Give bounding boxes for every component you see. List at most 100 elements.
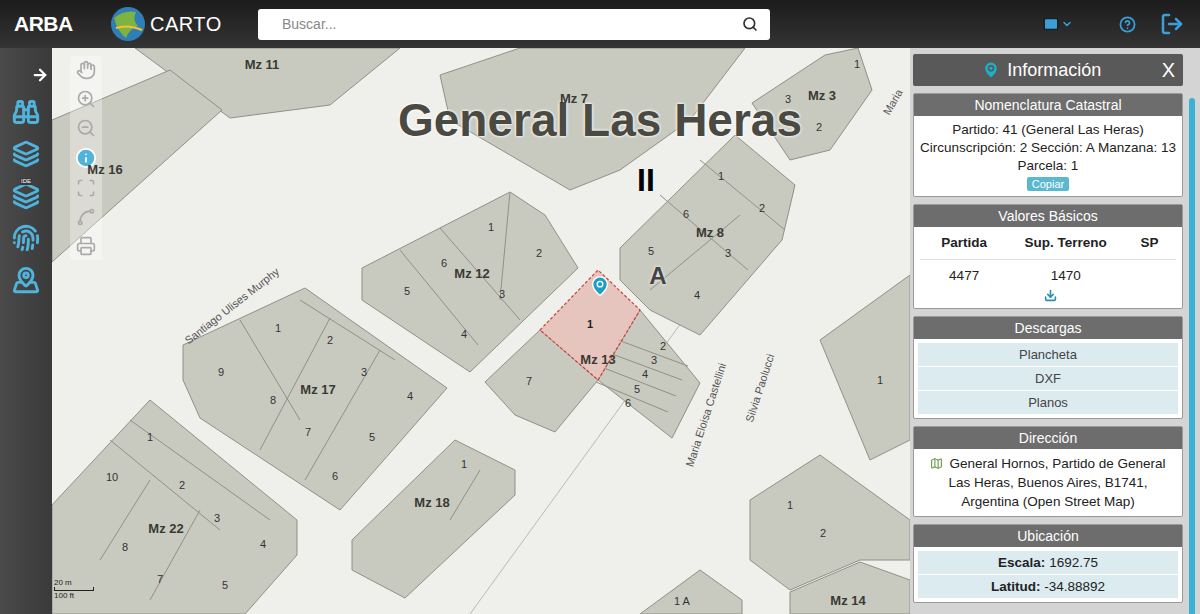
zoom-out-icon[interactable] <box>76 118 96 138</box>
close-button[interactable]: X <box>1162 60 1175 80</box>
parcel-label[interactable]: 3 <box>361 364 367 381</box>
pin-icon <box>981 60 1001 80</box>
measure-icon[interactable] <box>76 207 96 227</box>
arba-logo[interactable]: ARBA <box>14 8 110 40</box>
parcel-label[interactable]: 3 <box>214 510 220 527</box>
parcel-label[interactable]: 4 <box>260 536 266 553</box>
block-label: Mz 12 <box>454 264 489 284</box>
parcel-label[interactable]: 1 <box>787 497 793 514</box>
parcel-label[interactable]: 1 <box>718 168 724 185</box>
parcel-label[interactable]: 5 <box>404 283 410 300</box>
parcel-label[interactable]: 1 <box>275 320 281 337</box>
block-label: Mz 8 <box>696 223 724 243</box>
download-link[interactable]: DXF <box>918 367 1178 390</box>
logout-icon[interactable] <box>1160 12 1184 36</box>
nomenclatura-line: Parcela: 1 <box>1018 157 1079 175</box>
block-label: Mz 18 <box>414 493 449 513</box>
location-pin-icon[interactable] <box>589 275 611 297</box>
ubicacion-section: UbicaciónEscala: 1692.75Latitud: -34.888… <box>913 524 1183 603</box>
circumscription-label: II <box>637 156 655 204</box>
parcel-label[interactable]: 4 <box>407 388 413 405</box>
district-label: General Las Heras <box>398 86 802 155</box>
parcel-label[interactable]: 8 <box>270 392 276 409</box>
carto-logo[interactable]: CARTO <box>110 6 258 42</box>
pan-icon[interactable] <box>76 60 96 80</box>
globe-icon <box>110 6 146 42</box>
expand-icon[interactable] <box>31 66 49 84</box>
parcel-label[interactable]: 3 <box>651 352 657 369</box>
parcel-label[interactable]: 1 <box>461 456 467 473</box>
map[interactable]: General Las HerasIIAMz 11Mz 7Mz 3Mz 16Mz… <box>52 48 910 614</box>
ide-layers-icon[interactable]: IDE <box>12 182 40 210</box>
section-title: Nomenclatura Catastral <box>914 94 1182 116</box>
help-icon[interactable] <box>1119 16 1136 33</box>
parcel-label[interactable]: 7 <box>526 373 532 390</box>
parcel-label[interactable]: 6 <box>332 468 338 485</box>
valores-section: Valores BásicosPartidaSup. TerrenoSP4477… <box>913 204 1183 309</box>
download-icon[interactable] <box>1044 289 1057 302</box>
parcel-label[interactable]: 6 <box>683 206 689 223</box>
nomenclatura-line: Circunscripción: 2 Sección: A Manzana: 1… <box>920 139 1176 157</box>
parcel-label[interactable]: 1 A <box>674 593 690 610</box>
parcel-label[interactable]: 2 <box>816 119 822 136</box>
parcel-label[interactable]: 2 <box>759 200 765 217</box>
parcel-label[interactable]: 2 <box>536 245 542 262</box>
fingerprint-icon[interactable] <box>12 224 40 252</box>
block-label: Mz 3 <box>808 86 836 106</box>
parcel-label[interactable]: 3 <box>499 286 505 303</box>
parcel-label[interactable]: 4 <box>694 287 700 304</box>
location-icon[interactable] <box>12 266 40 294</box>
parcel-label[interactable]: 1 <box>147 429 153 446</box>
parcel-label[interactable]: 2 <box>820 525 826 542</box>
section-title: Descargas <box>914 317 1182 339</box>
panel-header: InformaciónX <box>913 54 1183 86</box>
location-row: Escala: 1692.75 <box>918 551 1178 574</box>
section-title: Dirección <box>914 427 1182 449</box>
parcel-label[interactable]: 1 <box>854 56 860 73</box>
parcel-label[interactable]: 1 <box>488 219 494 236</box>
search-icon[interactable] <box>742 16 758 32</box>
binoculars-icon[interactable] <box>12 98 40 126</box>
info-panel: InformaciónXNomenclatura CatastralPartid… <box>910 48 1200 614</box>
parcel-label[interactable]: 4 <box>461 326 467 343</box>
select-area-icon[interactable] <box>76 178 96 198</box>
parcel-label[interactable]: 5 <box>369 429 375 446</box>
block-label: Mz 14 <box>830 591 865 611</box>
zoom-in-icon[interactable] <box>76 89 96 109</box>
parcel-label[interactable]: 2 <box>179 477 185 494</box>
app: ARBACARTOBuscar... IDE General Las HerasII… <box>0 0 1200 614</box>
scrollbar[interactable] <box>1183 48 1200 614</box>
scale-bar: 20 m100 ft <box>52 578 94 600</box>
caret-icon <box>1061 18 1073 30</box>
parcel-label[interactable]: 8 <box>122 539 128 556</box>
layers-icon[interactable] <box>12 140 40 168</box>
print-icon[interactable] <box>76 236 96 256</box>
parcel-label[interactable]: 4 <box>642 366 648 383</box>
parcel-label[interactable]: 5 <box>648 243 654 260</box>
parcel-label[interactable]: 5 <box>222 577 228 594</box>
parcel-label[interactable]: 3 <box>725 245 731 262</box>
mail-menu[interactable] <box>1043 16 1073 32</box>
parcel-label[interactable]: 1 <box>877 372 883 389</box>
map-toolbar <box>70 56 102 260</box>
copy-button[interactable]: Copiar <box>1027 177 1069 191</box>
parcel-label[interactable]: 7 <box>305 424 311 441</box>
parcel-label[interactable]: 9 <box>218 364 224 381</box>
table-header: Sup. Terreno <box>1008 233 1123 253</box>
parcel-label[interactable]: 10 <box>106 469 118 486</box>
parcel-label[interactable]: 7 <box>157 571 163 588</box>
section-title: Ubicación <box>914 525 1182 547</box>
parcel-label[interactable]: 6 <box>625 395 631 412</box>
block-label: Mz 17 <box>300 380 335 400</box>
parcel-label[interactable]: 6 <box>441 255 447 272</box>
download-link[interactable]: Planos <box>918 391 1178 414</box>
map-icon[interactable] <box>930 457 943 470</box>
parcel-label[interactable]: 1 <box>587 316 593 333</box>
parcel-label[interactable]: 3 <box>785 91 791 108</box>
parcel-label[interactable]: 2 <box>327 332 333 349</box>
download-link[interactable]: Plancheta <box>918 343 1178 366</box>
parcel-label[interactable]: 5 <box>634 381 640 398</box>
search-field[interactable]: Buscar... <box>258 9 770 40</box>
parcel-label[interactable]: 2 <box>660 338 666 355</box>
mail-icon <box>1043 16 1059 32</box>
